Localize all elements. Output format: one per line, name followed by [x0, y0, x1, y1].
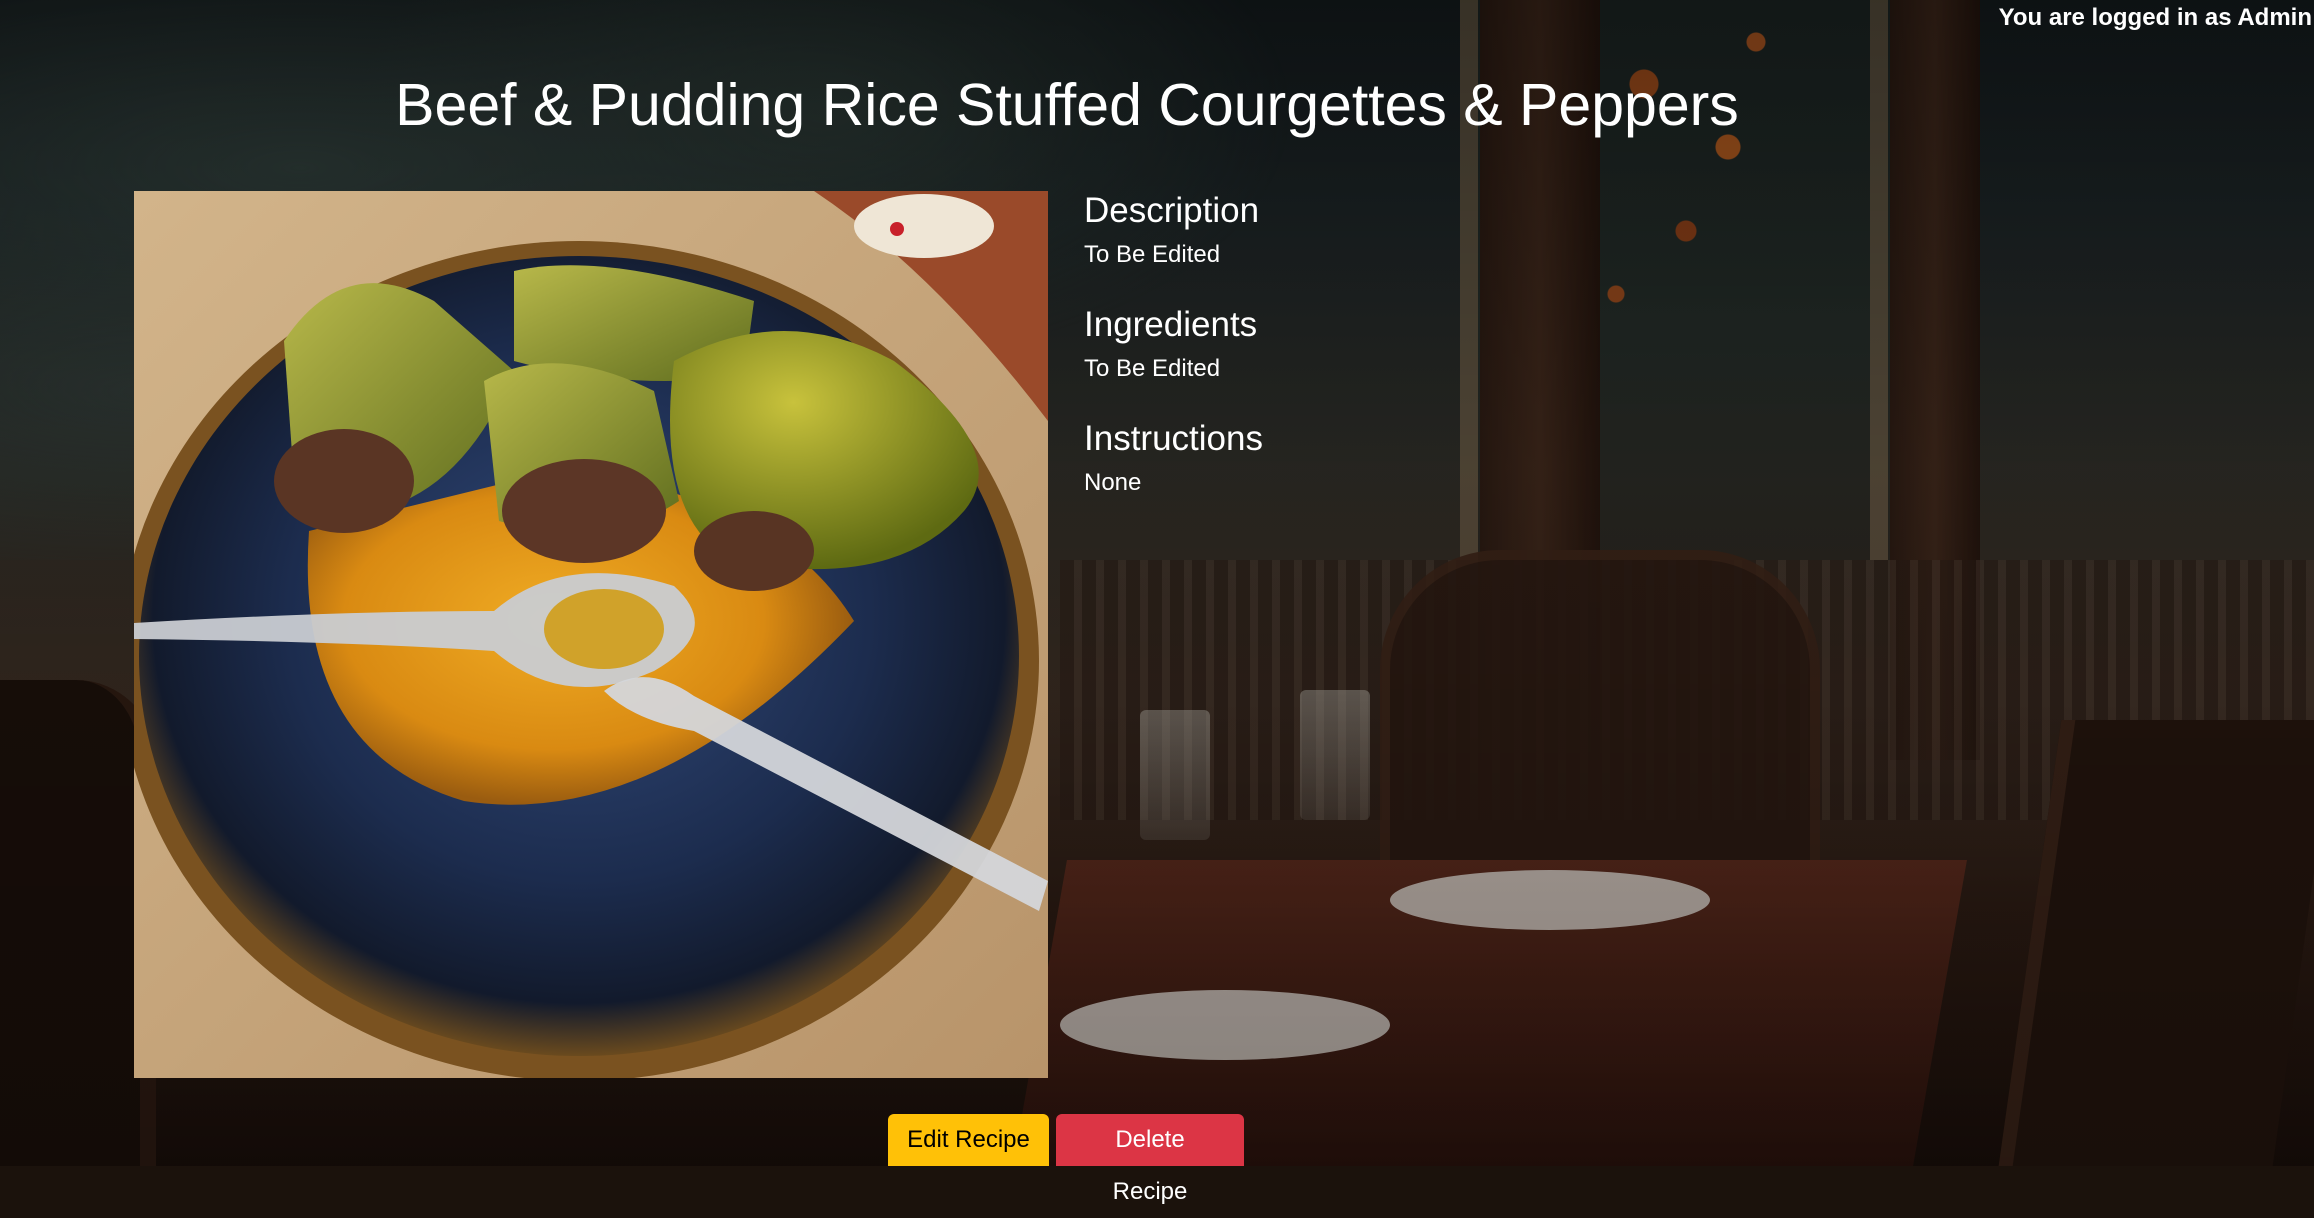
delete-recipe-button[interactable]: Delete Recipe	[1056, 1114, 1244, 1205]
description-text: To Be Edited	[1084, 241, 1221, 268]
recipe-details: Description To Be Edited Ingredients To …	[1084, 190, 1684, 532]
description-heading: Description	[1084, 191, 1260, 230]
recipe-photo	[134, 191, 1048, 1078]
instructions-text: None	[1084, 469, 1142, 496]
recipe-actions: Edit Recipe Delete Recipe	[888, 1114, 1244, 1205]
ingredients-text: To Be Edited	[1084, 355, 1221, 382]
stuffed-vegetables-image	[134, 191, 1048, 1078]
instructions-heading: Instructions	[1084, 419, 1263, 458]
edit-recipe-button[interactable]: Edit Recipe	[888, 1114, 1049, 1166]
page-title: Beef & Pudding Rice Stuffed Courgettes &…	[395, 72, 1739, 138]
ingredients-heading: Ingredients	[1084, 305, 1258, 344]
login-status: You are logged in as Admin	[1998, 4, 2312, 31]
